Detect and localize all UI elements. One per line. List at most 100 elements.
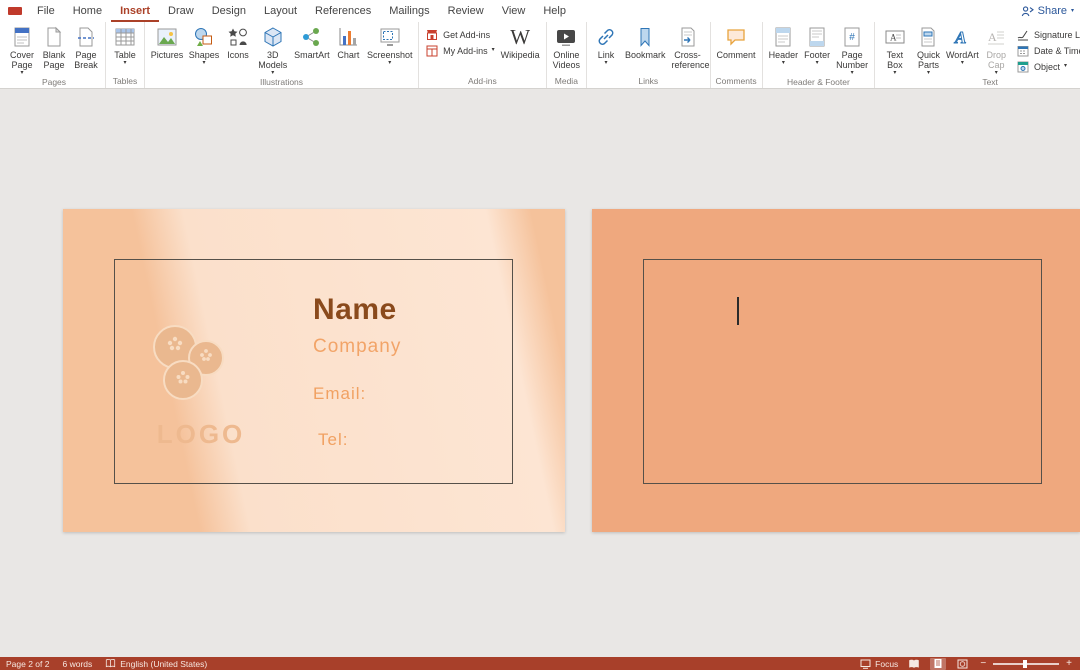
zoom-out-button[interactable]: −: [978, 659, 988, 669]
table-button[interactable]: Table ▾: [109, 24, 141, 67]
bookmark-button[interactable]: Bookmark: [622, 24, 669, 60]
screenshot-label: Screenshot: [367, 50, 413, 60]
language-status[interactable]: English (United States): [105, 659, 207, 669]
date-time-label: Date & Time: [1034, 46, 1080, 56]
focus-label: Focus: [875, 659, 898, 669]
icons-label: Icons: [227, 50, 249, 60]
ribbon-group-tables: Table ▾ Tables: [106, 22, 145, 88]
tab-review[interactable]: Review: [439, 0, 493, 22]
wordart-button[interactable]: A WordArt ▾: [945, 24, 979, 67]
3d-models-button[interactable]: 3D Models ▾: [254, 24, 291, 77]
object-button[interactable]: Object ▾: [1013, 59, 1080, 74]
get-add-ins-button[interactable]: Get Add-ins: [422, 27, 498, 42]
zoom-slider-thumb[interactable]: [1023, 660, 1027, 668]
tab-mailings[interactable]: Mailings: [380, 0, 438, 22]
ribbon: Cover Page ▾ Blank Page Page Break Pages: [0, 22, 1080, 89]
date-time-button[interactable]: Date & Time: [1013, 43, 1080, 58]
card-name-text[interactable]: Name: [313, 293, 397, 327]
card-logo-text[interactable]: LOGO: [131, 419, 271, 450]
tab-file[interactable]: File: [28, 0, 64, 22]
drop-cap-button[interactable]: A Drop Cap ▾: [979, 24, 1013, 77]
cross-reference-icon: [677, 26, 699, 48]
header-button[interactable]: Header ▾: [766, 24, 802, 67]
blueberry-logo-graphic: [143, 317, 243, 417]
blank-page-button[interactable]: Blank Page: [38, 24, 70, 70]
business-card-front[interactable]: LOGO Name Company Email: Tel:: [63, 209, 565, 532]
focus-icon: [860, 658, 871, 669]
tab-help[interactable]: Help: [534, 0, 575, 22]
cover-page-button[interactable]: Cover Page ▾: [6, 24, 38, 77]
print-layout-button[interactable]: [930, 658, 946, 670]
tab-layout-label: Layout: [264, 5, 297, 17]
icons-button[interactable]: Icons: [222, 24, 254, 60]
wikipedia-button[interactable]: W Wikipedia: [498, 24, 543, 60]
page-break-button[interactable]: Page Break: [70, 24, 102, 70]
icons-icon: [227, 26, 249, 48]
share-icon: [1021, 5, 1034, 17]
share-button[interactable]: Share ▾: [1021, 0, 1074, 22]
svg-text:A: A: [988, 30, 997, 44]
text-group-label: Text: [878, 77, 1080, 89]
quick-parts-button[interactable]: Quick Parts ▾: [912, 24, 946, 77]
chevron-down-icon: ▾: [851, 70, 854, 77]
chevron-down-icon: ▾: [123, 60, 126, 67]
tab-references[interactable]: References: [306, 0, 380, 22]
page-number-button[interactable]: # Page Number ▾: [833, 24, 871, 77]
web-layout-button[interactable]: [954, 658, 970, 670]
tab-view[interactable]: View: [493, 0, 535, 22]
tab-home[interactable]: Home: [64, 0, 111, 22]
read-mode-button[interactable]: [906, 658, 922, 670]
zoom-controls: − +: [978, 659, 1074, 669]
screenshot-icon: [379, 26, 401, 48]
word-count[interactable]: 6 words: [62, 659, 92, 669]
object-icon: [1016, 60, 1030, 74]
screenshot-button[interactable]: Screenshot ▾: [364, 24, 415, 67]
add-ins-group-label: Add-ins: [422, 76, 543, 88]
3d-models-icon: [262, 26, 284, 48]
pictures-button[interactable]: Pictures: [148, 24, 186, 60]
my-add-ins-button[interactable]: My Add-ins ▾: [422, 43, 498, 58]
text-box-button[interactable]: A Text Box ▾: [878, 24, 912, 77]
svg-text:A: A: [890, 33, 897, 43]
zoom-in-button[interactable]: +: [1064, 659, 1074, 669]
tab-design[interactable]: Design: [203, 0, 255, 22]
footer-button[interactable]: Footer ▾: [801, 24, 833, 67]
header-label: Header: [769, 50, 799, 60]
business-card-back[interactable]: [592, 209, 1080, 532]
card-tel-label[interactable]: Tel:: [318, 430, 348, 450]
card-company-text[interactable]: Company: [313, 336, 401, 358]
header-footer-group-label: Header & Footer: [766, 77, 872, 89]
online-videos-label: Online Videos: [553, 50, 580, 70]
tab-help-label: Help: [543, 5, 566, 17]
page-indicator[interactable]: Page 2 of 2: [6, 659, 49, 669]
card-email-label[interactable]: Email:: [313, 384, 366, 404]
cross-reference-button[interactable]: Cross-reference: [669, 24, 707, 70]
header-icon: [773, 26, 793, 48]
ribbon-group-text: A Text Box ▾ Quick Parts ▾ A WordArt ▾ A…: [875, 22, 1080, 88]
document-canvas[interactable]: LOGO Name Company Email: Tel:: [0, 89, 1080, 657]
chevron-down-icon: ▾: [816, 60, 819, 67]
chart-button[interactable]: Chart: [332, 24, 364, 60]
focus-mode-button[interactable]: Focus: [860, 658, 898, 669]
shapes-button[interactable]: Shapes ▾: [186, 24, 222, 67]
word-application-window: File Home Insert Draw Design Layout Refe…: [0, 0, 1080, 670]
signature-line-label: Signature Line: [1034, 30, 1080, 40]
tab-file-label: File: [37, 5, 55, 17]
tab-draw[interactable]: Draw: [159, 0, 203, 22]
quick-parts-label: Quick Parts: [915, 50, 943, 70]
zoom-slider[interactable]: [993, 663, 1059, 665]
smartart-icon: [301, 26, 323, 48]
blank-page-icon: [44, 26, 64, 48]
online-videos-button[interactable]: Online Videos: [550, 24, 583, 70]
table-label: Table: [114, 50, 136, 60]
link-button[interactable]: Link ▾: [590, 24, 622, 67]
signature-line-button[interactable]: Signature Line ▾: [1013, 27, 1080, 42]
wordart-icon: A: [951, 26, 973, 48]
chevron-down-icon: ▾: [995, 70, 998, 77]
cover-page-label: Cover Page: [9, 50, 35, 70]
tab-insert[interactable]: Insert: [111, 0, 159, 22]
tab-layout[interactable]: Layout: [255, 0, 306, 22]
comment-button[interactable]: Comment: [714, 24, 759, 60]
smartart-button[interactable]: SmartArt: [291, 24, 332, 60]
app-accent-chip: [8, 7, 22, 15]
